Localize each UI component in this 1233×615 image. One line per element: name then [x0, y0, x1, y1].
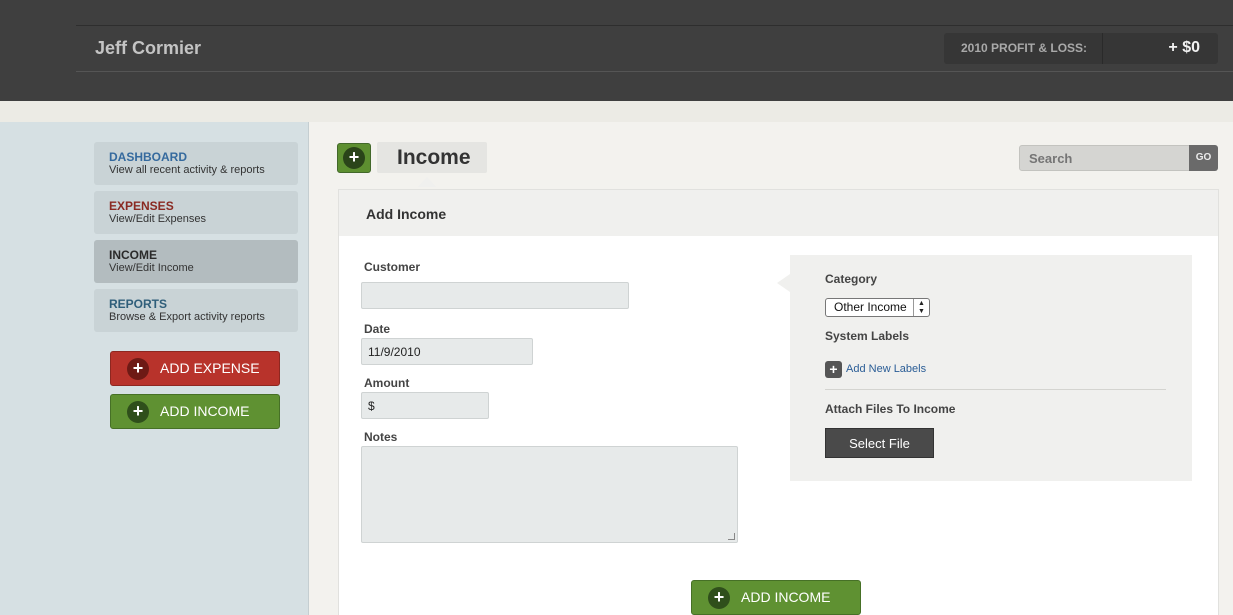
profit-loss-divider — [1102, 33, 1103, 64]
attach-files-label: Attach Files To Income — [825, 402, 956, 416]
category-label: Category — [825, 272, 878, 286]
add-label-plus-icon[interactable]: + — [825, 361, 842, 378]
date-label: Date — [364, 322, 391, 336]
notes-label: Notes — [364, 430, 398, 444]
panel-title: Add Income — [366, 206, 447, 222]
sidebar-item-title: INCOME — [109, 248, 157, 262]
customer-label: Customer — [364, 260, 421, 274]
resize-grip-icon[interactable] — [728, 533, 735, 540]
plus-icon: + — [343, 147, 365, 169]
amount-label: Amount — [364, 376, 410, 390]
search-input[interactable] — [1019, 145, 1190, 171]
add-income-label: ADD INCOME — [160, 403, 250, 419]
sidebar-item-income[interactable]: INCOME View/Edit Income — [94, 240, 298, 283]
customer-field[interactable] — [361, 282, 629, 309]
sidebar-item-subtitle: Browse & Export activity reports — [109, 311, 265, 323]
profit-loss-box: 2010 PROFIT & LOSS: + $0 — [944, 33, 1218, 64]
sidebar-item-subtitle: View all recent activity & reports — [109, 164, 265, 176]
submit-label: ADD INCOME — [741, 589, 831, 605]
notes-field[interactable] — [361, 446, 738, 543]
user-name: Jeff Cormier — [95, 38, 202, 58]
add-expense-button[interactable]: + ADD EXPENSE — [110, 351, 280, 386]
submit-add-income-button[interactable]: + ADD INCOME — [691, 580, 861, 615]
date-field[interactable] — [361, 338, 533, 365]
sidebar-item-expenses[interactable]: EXPENSES View/Edit Expenses — [94, 191, 298, 234]
sidebar-item-reports[interactable]: REPORTS Browse & Export activity reports — [94, 289, 298, 332]
header-stripe — [0, 101, 1233, 122]
search-bar: GO — [1019, 145, 1218, 171]
details-divider — [825, 389, 1166, 390]
profit-loss-label: 2010 PROFIT & LOSS: — [961, 41, 1088, 55]
system-labels-label: System Labels — [825, 329, 910, 343]
category-select-value: Other Income — [834, 300, 907, 314]
plus-icon: + — [708, 587, 730, 609]
page-title: Income — [397, 146, 471, 169]
sidebar-item-title: EXPENSES — [109, 199, 174, 213]
search-go-button[interactable]: GO — [1189, 145, 1218, 171]
sidebar-item-subtitle: View/Edit Income — [109, 262, 194, 274]
sidebar-item-title: DASHBOARD — [109, 150, 187, 164]
new-income-button[interactable]: + — [337, 143, 371, 173]
plus-icon: + — [127, 358, 149, 380]
add-expense-label: ADD EXPENSE — [160, 360, 260, 376]
panel-header: Add Income — [339, 190, 1218, 236]
add-income-button[interactable]: + ADD INCOME — [110, 394, 280, 429]
category-select[interactable]: Other Income ▲ ▼ — [825, 298, 930, 317]
page-title-box: Income — [377, 142, 487, 173]
sidebar-item-dashboard[interactable]: DASHBOARD View all recent activity & rep… — [94, 142, 298, 185]
select-file-button[interactable]: Select File — [825, 428, 934, 458]
chevron-updown-icon: ▲ ▼ — [913, 299, 929, 316]
amount-field[interactable] — [361, 392, 489, 419]
add-new-labels-link[interactable]: Add New Labels — [846, 363, 926, 375]
title-pointer — [418, 177, 436, 187]
profit-loss-value: + $0 — [1168, 39, 1200, 56]
sidebar-item-title: REPORTS — [109, 297, 168, 311]
plus-icon: + — [127, 401, 149, 423]
details-pointer — [777, 274, 790, 292]
sidebar-item-subtitle: View/Edit Expenses — [109, 213, 207, 225]
